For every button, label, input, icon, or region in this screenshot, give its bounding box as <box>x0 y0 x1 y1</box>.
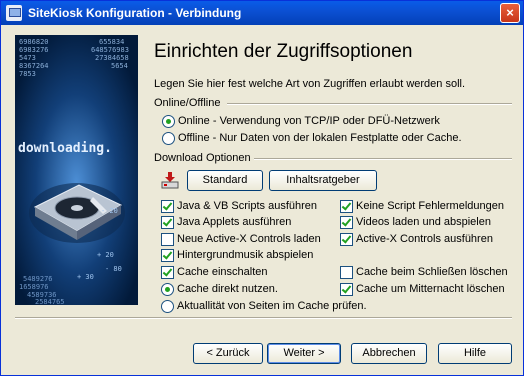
sidebar-image: 6986820 6983276 5473 8367264 7853 655834… <box>15 35 138 305</box>
checkbox-label: Neue Active-X Controls laden <box>177 233 321 245</box>
online-offline-label: Online/Offline <box>154 97 221 109</box>
app-icon <box>6 5 22 21</box>
close-button[interactable]: × <box>500 3 520 23</box>
checkbox-label: Videos laden und abspielen <box>356 216 491 228</box>
footer-divider <box>15 317 512 319</box>
dialog-window: SiteKiosk Konfiguration - Verbindung × 6… <box>0 0 524 376</box>
standard-button[interactable]: Standard <box>187 170 263 191</box>
content-advisor-button[interactable]: Inhaltsratgeber <box>269 170 377 191</box>
radio-button[interactable] <box>162 132 175 145</box>
offline-option-label: Offline - Nur Daten von der lokalen Fest… <box>178 132 462 144</box>
sidebar-scale: + 30 <box>77 273 94 281</box>
checkbox[interactable] <box>161 249 174 262</box>
checkbox-label: Hintergrundmusik abspielen <box>177 249 314 261</box>
checkbox[interactable] <box>340 216 353 229</box>
window-title: SiteKiosk Konfiguration - Verbindung <box>28 6 242 20</box>
online-option-label: Online - Verwendung von TCP/IP oder DFÜ-… <box>178 115 440 127</box>
sidebar-number: 6986820 <box>19 38 49 46</box>
checkbox-label: Java Applets ausführen <box>177 216 292 228</box>
checkbox[interactable] <box>161 266 174 279</box>
checkbox-label: Cache um Mitternacht löschen <box>356 283 505 295</box>
section-divider <box>254 158 512 160</box>
next-button[interactable]: Weiter > <box>267 343 341 364</box>
checkbox[interactable] <box>161 233 174 246</box>
sidebar-number: 8367264 <box>19 62 49 70</box>
checkbox-label: Keine Script Fehlermeldungen <box>356 200 504 212</box>
sidebar-number: 6983276 <box>19 46 49 54</box>
checkbox[interactable] <box>161 200 174 213</box>
checkbox-label: Cache einschalten <box>177 266 268 278</box>
checkbox-label: Active-X Controls ausführen <box>356 233 493 245</box>
sidebar-scale: + 20 <box>97 251 114 259</box>
cancel-button[interactable]: Abbrechen <box>351 343 427 364</box>
radio-label: Aktuallität von Seiten im Cache prüfen. <box>177 300 367 312</box>
sidebar-scale: - 20 <box>101 207 118 215</box>
sidebar-number: 2584765 <box>35 298 65 305</box>
checkbox[interactable] <box>340 233 353 246</box>
sidebar-number: 5654 <box>111 62 128 70</box>
download-options-label: Download Optionen <box>154 152 251 164</box>
radio-label: Cache direkt nutzen. <box>177 283 278 295</box>
checkbox-label: Java & VB Scripts ausführen <box>177 200 318 212</box>
title-bar[interactable]: SiteKiosk Konfiguration - Verbindung × <box>1 1 523 25</box>
checkbox[interactable] <box>340 283 353 296</box>
sidebar-number: 655834 <box>99 38 124 46</box>
page-description: Legen Sie hier fest welche Art von Zugri… <box>154 78 466 90</box>
page-title: Einrichten der Zugriffsoptionen <box>154 41 413 62</box>
section-divider <box>227 103 512 105</box>
sidebar-word: downloading. <box>18 141 112 156</box>
radio-button[interactable] <box>161 300 174 313</box>
checkbox[interactable] <box>340 200 353 213</box>
sidebar-number: 5489276 <box>23 275 53 283</box>
radio-button[interactable] <box>162 115 175 128</box>
help-button[interactable]: Hilfe <box>438 343 512 364</box>
checkbox-label: Cache beim Schließen löschen <box>356 266 508 278</box>
download-icon <box>161 172 179 189</box>
checkbox[interactable] <box>340 266 353 279</box>
sidebar-number: 27384658 <box>95 54 129 62</box>
checkbox[interactable] <box>161 216 174 229</box>
sidebar-number: 1658976 <box>19 283 49 291</box>
back-button[interactable]: < Zurück <box>193 343 263 364</box>
sidebar-artwork: 6986820 6983276 5473 8367264 7853 655834… <box>15 35 138 305</box>
sidebar-number: 648576983 <box>91 46 129 54</box>
sidebar-scale: - 80 <box>105 265 122 273</box>
sidebar-number: 7853 <box>19 70 36 78</box>
sidebar-number: 5473 <box>19 54 36 62</box>
radio-button[interactable] <box>161 283 174 296</box>
